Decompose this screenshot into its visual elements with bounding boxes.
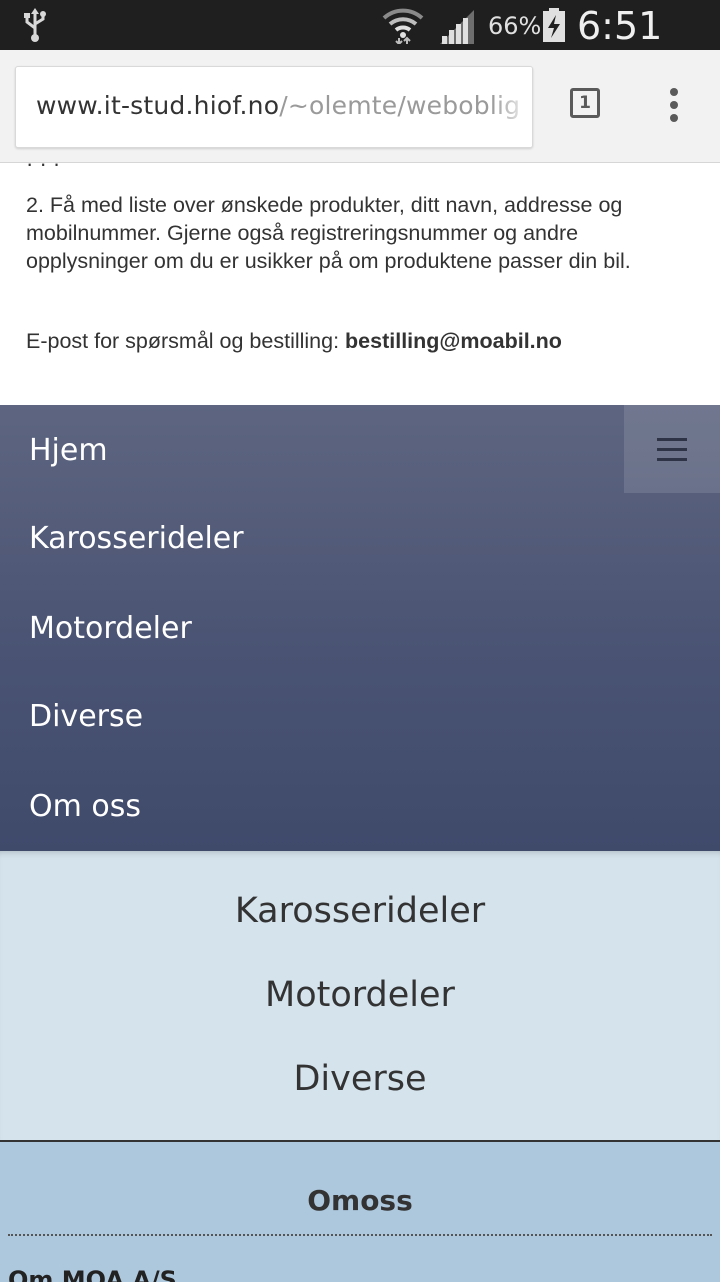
main-navigation: Hjem Karosserideler Motordeler Diverse O… xyxy=(0,405,720,851)
signal-icon xyxy=(440,10,474,44)
battery-charging-icon xyxy=(543,8,565,42)
category-diverse[interactable]: Diverse xyxy=(0,1059,720,1099)
category-karosserideler[interactable]: Karosserideler xyxy=(0,891,720,931)
category-motordeler[interactable]: Motordeler xyxy=(0,975,720,1015)
usb-icon xyxy=(24,8,46,42)
battery-percent: 66% xyxy=(488,12,542,40)
url-host: www.it-stud.hiof.no xyxy=(36,91,280,120)
url-text[interactable]: www.it-stud.hiof.no/~olemte/weboblig xyxy=(36,91,520,120)
nav-item-motordeler[interactable]: Motordeler xyxy=(29,611,192,646)
nav-toggle-button[interactable] xyxy=(624,405,720,493)
nav-item-karosserideler[interactable]: Karosserideler xyxy=(29,521,244,556)
page-content: · · · 2. Få med liste over ønskede produ… xyxy=(0,163,720,405)
url-fade xyxy=(492,67,532,147)
footer-heading: Omoss xyxy=(307,1184,413,1217)
wifi-icon xyxy=(382,8,424,44)
nav-item-diverse[interactable]: Diverse xyxy=(29,699,143,734)
overflow-menu-icon[interactable] xyxy=(664,88,684,124)
email-label: E-post for spørsmål og bestilling: xyxy=(26,329,346,353)
dotted-divider xyxy=(8,1234,712,1236)
nav-item-om-oss[interactable]: Om oss xyxy=(29,789,141,824)
status-bar: 66% 6:51 AM xyxy=(0,0,720,92)
email-line: E-post for spørsmål og bestilling: besti… xyxy=(26,327,694,355)
browser-toolbar: www.it-stud.hiof.no/~olemte/weboblig 1 xyxy=(0,50,720,163)
nav-item-hjem[interactable]: Hjem xyxy=(29,433,108,468)
category-links: Karosserideler Motordeler Diverse xyxy=(0,851,720,1140)
tab-switcher-button[interactable]: 1 xyxy=(570,88,600,118)
email-address[interactable]: bestilling@moabil.no xyxy=(345,329,562,353)
cut-off-text: · · · xyxy=(26,163,61,176)
address-bar[interactable]: www.it-stud.hiof.no/~olemte/weboblig xyxy=(15,66,533,148)
footer: Omoss Om MOA A/S xyxy=(0,1140,720,1282)
url-path: /~olemte/weboblig xyxy=(279,91,521,120)
order-step-2: 2. Få med liste over ønskede produkter, … xyxy=(26,193,631,273)
